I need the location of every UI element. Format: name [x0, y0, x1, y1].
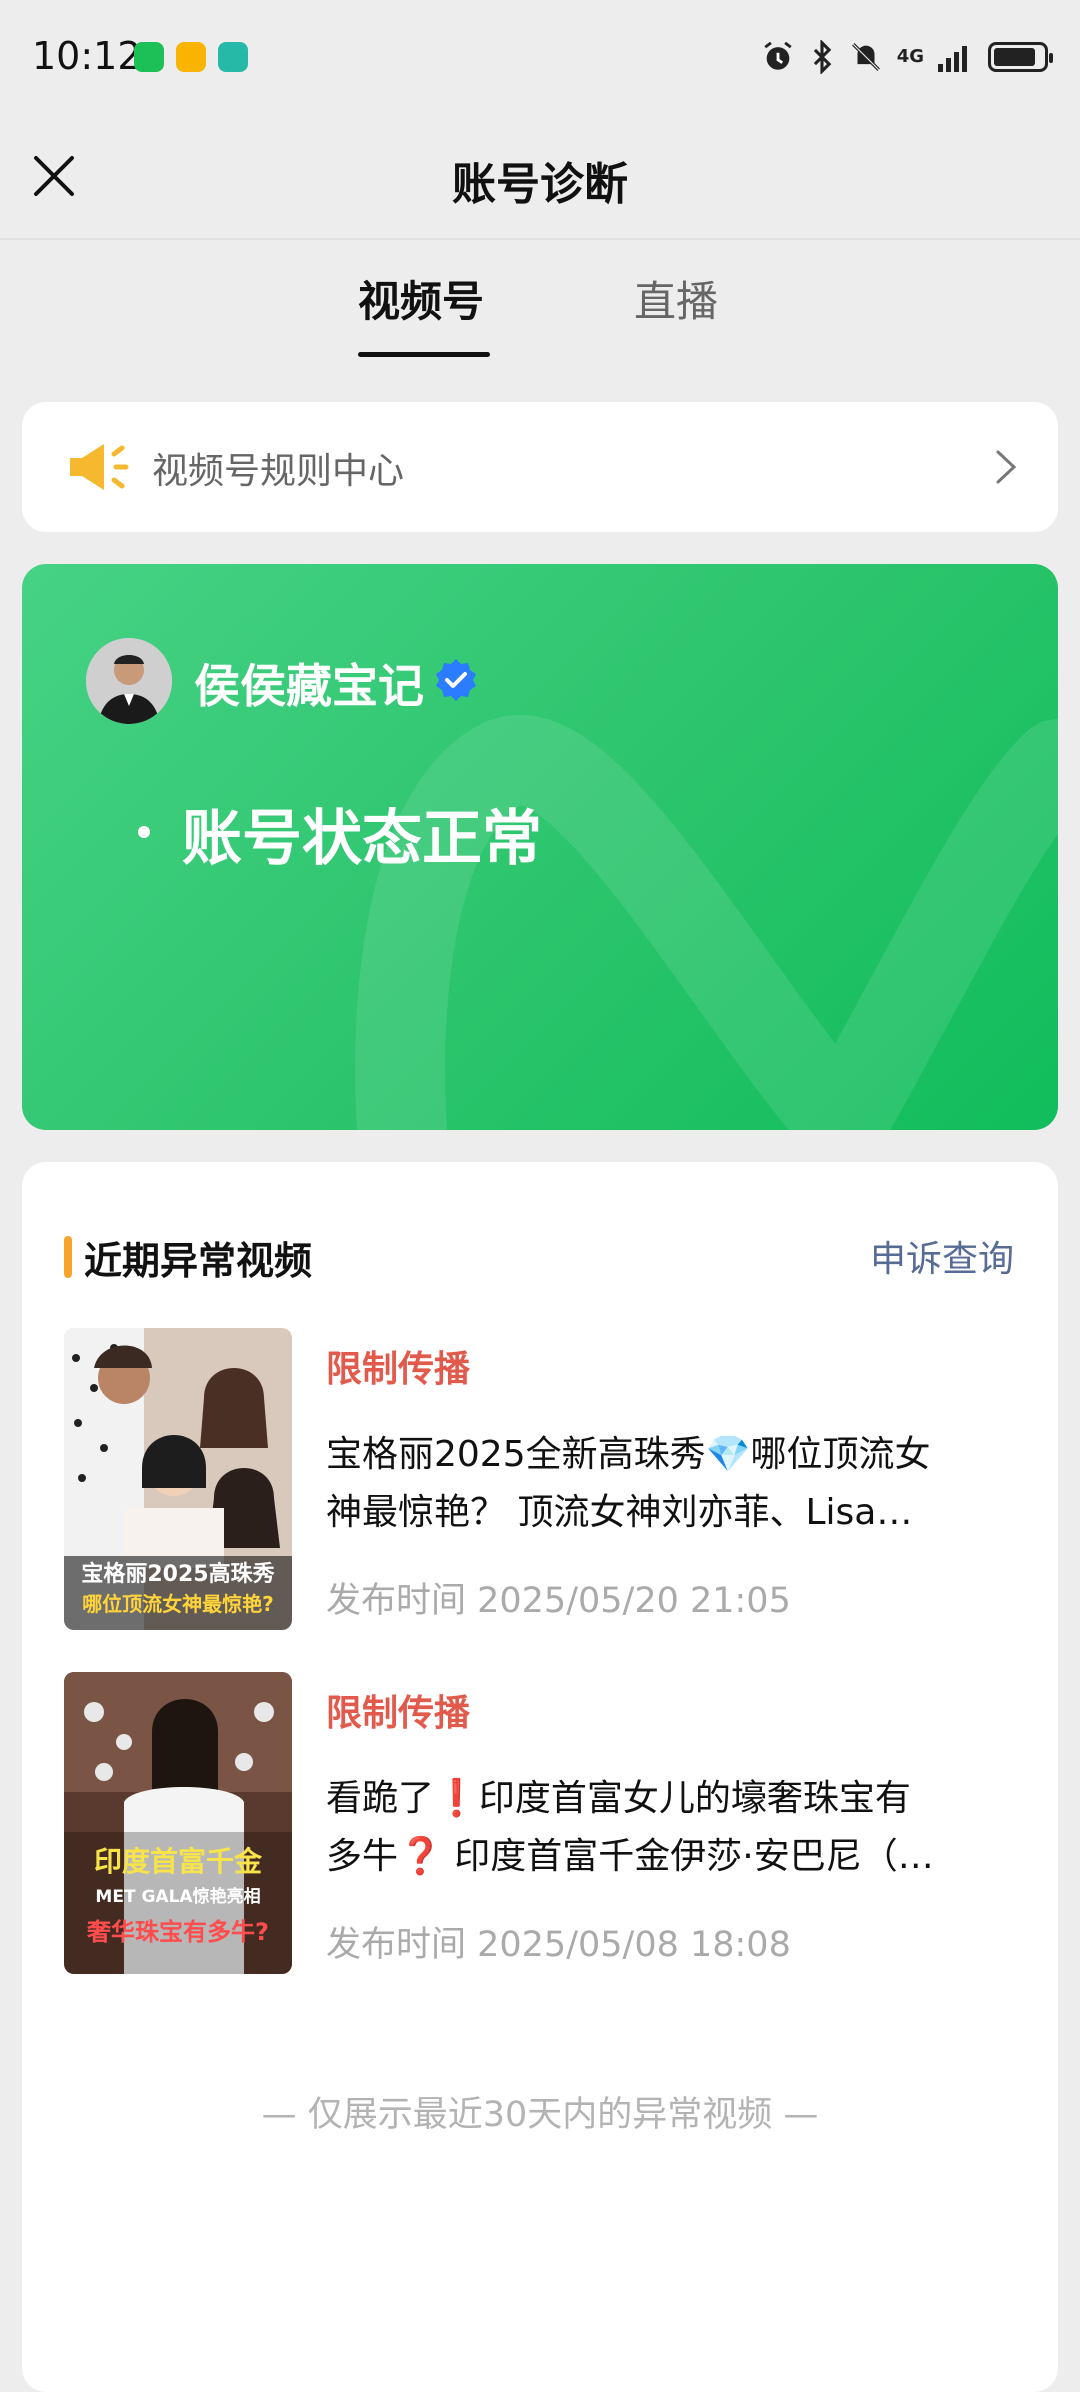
footer-note: — 仅展示最近30天内的异常视频 —	[261, 2095, 819, 2135]
signal-icon	[938, 46, 967, 72]
alarm-icon	[764, 41, 792, 70]
publish-time: 发布时间 2025/05/08 18:08	[326, 1925, 791, 1965]
abnormal-videos-card: 近期异常视频 申诉查询 宝格丽2025高珠秀 哪位顶流女神最惊艳? 限制传播 宝…	[22, 1162, 1058, 2392]
restriction-status: 限制传播	[326, 1349, 471, 1390]
bluetooth-icon	[813, 40, 831, 74]
rule-center-label: 视频号规则中心	[152, 451, 405, 492]
status-time: 10:12	[32, 34, 142, 78]
video-title-line: 神最惊艳？ 顶流女神刘亦菲、Lisa…	[326, 1492, 913, 1533]
mute-icon	[851, 43, 880, 71]
thumbnail-caption: 哪位顶流女神最惊艳?	[82, 1592, 274, 1616]
video-title[interactable]: 看跪了❗印度首富女儿的壕奢珠宝有 多牛❓ 印度首富千金伊莎·安巴尼（…	[326, 1770, 1026, 1886]
status-bullet	[138, 826, 150, 838]
page-title: 账号诊断	[452, 159, 628, 210]
tab-video-channel[interactable]: 视频号	[358, 268, 484, 329]
appeal-query-link[interactable]: 申诉查询	[870, 1230, 1014, 1282]
active-tab-indicator	[358, 352, 490, 357]
video-thumbnail[interactable]: 印度首富千金 MET GALA惊艳亮相 奢华珠宝有多牛?	[64, 1672, 292, 1974]
video-title-line: 多牛❓ 印度首富千金伊莎·安巴尼（…	[326, 1836, 934, 1877]
tab-live[interactable]: 直播	[634, 268, 718, 329]
status-icons: 4G	[761, 40, 1053, 74]
restriction-status: 限制传播	[326, 1693, 471, 1734]
battery-icon	[988, 42, 1053, 72]
account-status: 账号状态正常	[182, 804, 542, 874]
network-type: 4G	[896, 46, 924, 67]
rule-center-entry[interactable]: 视频号规则中心	[22, 402, 1058, 532]
video-thumbnail[interactable]: 宝格丽2025高珠秀 哪位顶流女神最惊艳?	[64, 1328, 292, 1630]
video-title-line: 宝格丽2025全新高珠秀💎哪位顶流女	[326, 1434, 931, 1475]
thumbnail-caption: 宝格丽2025高珠秀	[81, 1562, 275, 1587]
publish-time: 发布时间 2025/05/20 21:05	[326, 1581, 791, 1621]
megaphone-icon	[70, 444, 129, 490]
verified-badge-icon	[436, 659, 476, 701]
app-notification-icon	[218, 42, 248, 72]
thumbnail-caption: 奢华珠宝有多牛?	[87, 1918, 269, 1946]
account-name: 侯侯藏宝记	[194, 659, 424, 713]
section-accent-bar	[64, 1236, 72, 1278]
wechat-notification-icon	[134, 42, 164, 72]
video-title-line: 看跪了❗印度首富女儿的壕奢珠宝有	[326, 1778, 911, 1819]
section-title: 近期异常视频	[84, 1239, 313, 1283]
chevron-right-icon	[996, 450, 1017, 484]
avatar[interactable]	[86, 638, 172, 724]
account-status-card: 侯侯藏宝记 账号状态正常	[22, 564, 1058, 1130]
header-divider	[0, 238, 1080, 240]
thumbnail-caption: MET GALA惊艳亮相	[95, 1887, 261, 1907]
thumbnail-caption: 印度首富千金	[93, 1845, 262, 1878]
notification-icon	[176, 42, 206, 72]
video-title[interactable]: 宝格丽2025全新高珠秀💎哪位顶流女 神最惊艳？ 顶流女神刘亦菲、Lisa…	[326, 1426, 1026, 1542]
